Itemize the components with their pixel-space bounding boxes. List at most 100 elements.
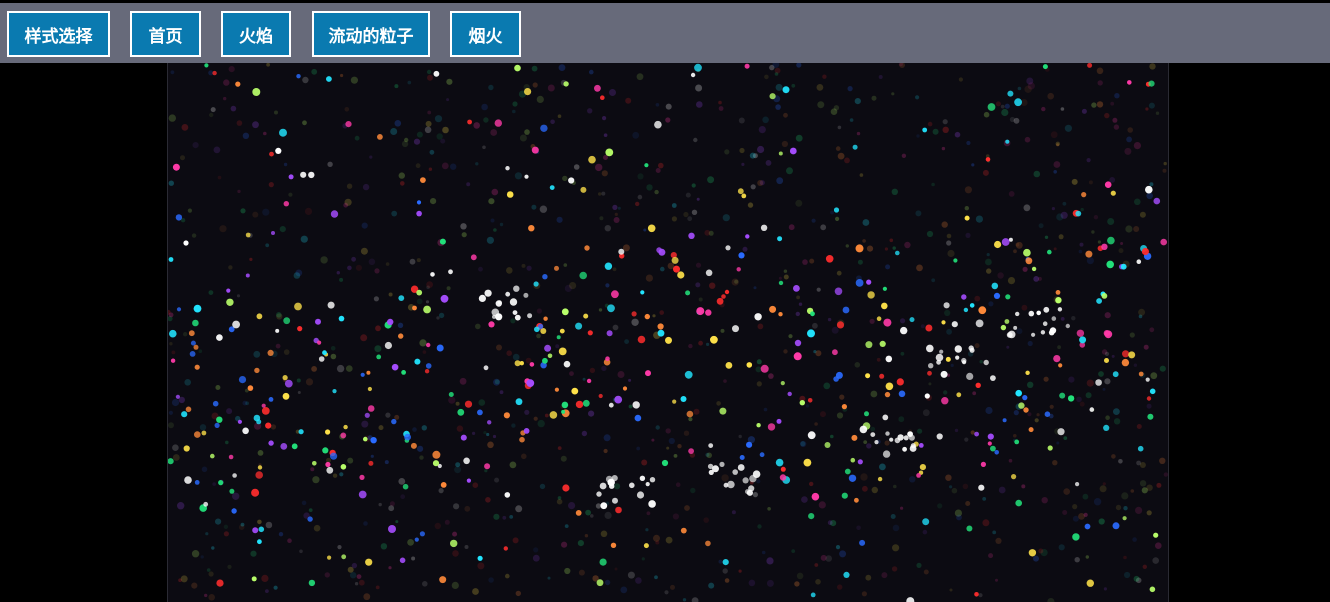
particle-trail: [885, 264, 891, 270]
particle-trail: [964, 186, 973, 194]
particle-trail: [601, 191, 606, 196]
flowing-particles-button[interactable]: 流动的粒子: [312, 11, 430, 57]
particle: [440, 482, 447, 488]
particle-trail: [992, 530, 997, 535]
particle: [254, 367, 260, 374]
particle-trail: [922, 409, 930, 417]
particle: [725, 245, 731, 251]
particle-trail: [1023, 204, 1031, 212]
particle-trail: [200, 555, 204, 559]
particle: [543, 316, 548, 321]
particle-trail: [951, 487, 958, 494]
particle-trail: [722, 214, 730, 222]
particle-trail: [814, 563, 819, 567]
particle-trail: [578, 569, 585, 576]
particle-trail: [293, 272, 301, 279]
particle-trail: [1133, 142, 1141, 150]
particle: [738, 252, 745, 259]
particle-trail: [1155, 542, 1162, 549]
particle-trail: [983, 111, 990, 118]
particle-trail: [346, 365, 353, 372]
particle: [688, 232, 695, 239]
particle: [945, 356, 951, 362]
particle: [420, 177, 426, 183]
particle-trail: [964, 437, 969, 442]
flame-button[interactable]: 火焰: [221, 11, 291, 57]
particle: [423, 305, 431, 314]
style-select-button[interactable]: 样式选择: [7, 11, 110, 57]
particle-trail: [452, 531, 458, 537]
particle-trail: [739, 147, 745, 154]
particle: [857, 459, 863, 465]
particle-trail: [1163, 161, 1167, 166]
particle-trail: [738, 117, 745, 124]
particle-trail: [641, 557, 645, 561]
particle-trail: [1110, 101, 1115, 106]
particle-trail: [360, 334, 368, 342]
particle: [789, 147, 797, 155]
particle: [855, 244, 864, 253]
particle-trail: [917, 428, 923, 434]
particle-trail: [783, 349, 788, 354]
particle-trail: [1132, 537, 1137, 542]
particle-trail: [796, 572, 804, 580]
particle: [251, 576, 257, 582]
particle-trail: [900, 318, 906, 324]
particle-trail: [604, 511, 612, 519]
particle-trail: [922, 529, 928, 535]
particle: [176, 307, 182, 312]
particle: [599, 558, 607, 566]
particle-trail: [308, 508, 313, 512]
particle: [848, 474, 857, 482]
particle-trail: [971, 163, 975, 167]
particle: [528, 225, 535, 232]
particle: [1005, 294, 1011, 300]
particle-trail: [823, 382, 831, 390]
particle: [201, 430, 207, 436]
particle-trail: [604, 225, 611, 232]
particle-trail: [1135, 506, 1143, 514]
particle-trail: [339, 277, 344, 282]
particle-trail: [738, 434, 742, 439]
particle-trail: [192, 142, 199, 149]
particle-trail: [1041, 106, 1046, 112]
fireworks-button[interactable]: 烟火: [450, 11, 521, 57]
particle: [1103, 424, 1110, 431]
particle-trail: [252, 121, 259, 129]
particle: [882, 286, 888, 291]
particle-glow: [629, 482, 635, 489]
particle-trail: [511, 423, 516, 428]
particle-trail: [374, 345, 382, 353]
particle-glow: [612, 497, 618, 504]
particle: [1106, 260, 1114, 269]
particle-canvas[interactable]: [167, 63, 1169, 602]
particle-trail: [815, 579, 821, 585]
particle: [705, 540, 711, 547]
particle-glow: [648, 500, 656, 508]
particle-trail: [995, 537, 1002, 544]
particle-glow: [732, 469, 738, 475]
particle-trail: [199, 424, 207, 431]
particle-trail: [856, 525, 861, 531]
particle-trail: [767, 507, 771, 511]
particle: [705, 269, 713, 277]
particle: [169, 329, 177, 338]
particle: [231, 508, 237, 514]
particle: [1007, 90, 1014, 97]
particle: [1149, 388, 1156, 395]
particle: [235, 81, 241, 87]
home-button[interactable]: 首页: [130, 11, 201, 57]
particle-trail: [320, 256, 328, 264]
particle-trail: [378, 502, 382, 507]
particle-trail: [775, 83, 783, 91]
particle: [994, 450, 999, 455]
particle-trail: [343, 202, 349, 208]
particle-trail: [388, 566, 392, 570]
particle-trail: [347, 457, 354, 464]
particle-trail: [370, 454, 374, 458]
particle: [963, 307, 969, 313]
particle-trail: [892, 246, 896, 250]
particle: [257, 539, 262, 545]
particle: [803, 458, 812, 467]
particle-trail: [970, 430, 975, 435]
